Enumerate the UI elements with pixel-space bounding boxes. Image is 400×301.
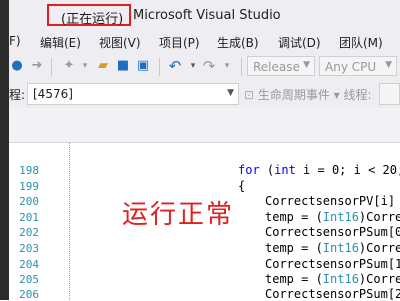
toolbar-separator — [241, 58, 242, 76]
chevron-down-icon: ▼ — [303, 60, 310, 70]
undo-icon[interactable]: ↶ — [167, 58, 183, 74]
back-icon[interactable]: ● — [9, 58, 25, 74]
line-number-gutter: 198 199 200 201 202 203 204 205 206 — [9, 143, 69, 301]
menu-file[interactable]: F) — [9, 34, 21, 48]
line-number: 200 — [19, 195, 39, 208]
platform-value: Any CPU — [325, 60, 377, 74]
solution-config-dropdown[interactable]: Release ▼ — [247, 56, 315, 76]
toolbar-separator — [51, 58, 52, 76]
chevron-down-icon: ▼ — [227, 88, 234, 98]
open-folder-icon[interactable]: ▰ — [95, 58, 111, 74]
new-dropdown-icon[interactable]: ▾ — [77, 58, 93, 74]
menu-edit[interactable]: 编辑(E) — [40, 34, 81, 51]
code-line: temp = (Int16)Corre — [265, 241, 400, 255]
title-bar: (正在运行) Microsoft Visual Studio — [9, 0, 400, 30]
redo-icon[interactable]: ↷ — [201, 58, 217, 74]
line-number: 203 — [19, 242, 39, 255]
left-dark-strip — [0, 0, 9, 300]
toolbar: ● ➜ ✦ ▾ ▰ ■ ▣ ↶ ▾ ↷ ▾ Release ▼ Any CPU … — [9, 54, 400, 80]
line-number: 198 — [19, 164, 39, 177]
menu-team[interactable]: 团队(M) — [339, 34, 383, 51]
outline-guide — [69, 143, 71, 300]
thread-dropdown[interactable] — [379, 83, 400, 105]
forward-icon[interactable]: ➜ — [29, 58, 45, 74]
app-title: Microsoft Visual Studio — [133, 8, 281, 23]
menu-debug[interactable]: 调试(D) — [278, 34, 321, 51]
code-line: CorrectsensorPV[i] = — [265, 194, 400, 208]
annotation-running-normally: 运行正常 — [122, 200, 235, 230]
chevron-down-icon: ▼ — [385, 60, 392, 70]
process-value: [4576] — [33, 87, 73, 101]
lifecycle-events[interactable]: ⊡ 生命周期事件 ▾ 线程: — [244, 86, 372, 103]
code-line: { — [238, 179, 246, 193]
line-number: 201 — [19, 211, 39, 224]
menu-project[interactable]: 项目(P) — [159, 34, 200, 51]
line-number: 206 — [19, 288, 39, 301]
line-number: 204 — [19, 258, 39, 271]
running-status: (正在运行) — [61, 12, 124, 27]
save-icon[interactable]: ■ — [115, 58, 131, 74]
code-line: CorrectsensorPSum[1 — [265, 257, 400, 271]
code-line: temp = (Int16)Corre — [265, 210, 400, 224]
toolbar-separator — [159, 58, 160, 76]
editor-tab-strip — [9, 108, 400, 143]
menu-build[interactable]: 生成(B) — [217, 34, 259, 51]
new-project-icon[interactable]: ✦ — [61, 58, 77, 74]
lifecycle-icon: ⊡ — [244, 88, 258, 102]
solution-config-value: Release — [253, 60, 300, 74]
undo-dropdown-icon[interactable]: ▾ — [185, 58, 201, 74]
lifecycle-label: 生命周期事件 ▾ 线程: — [257, 88, 372, 102]
code-line: CorrectsensorPSum[2 — [265, 287, 400, 301]
platform-dropdown[interactable]: Any CPU ▼ — [319, 56, 397, 76]
line-number: 202 — [19, 226, 39, 239]
redo-dropdown-icon[interactable]: ▾ — [219, 58, 235, 74]
menu-view[interactable]: 视图(V) — [99, 34, 141, 51]
line-number: 199 — [19, 180, 39, 193]
code-line: for (int i = 0; i < 20; — [238, 163, 400, 177]
menu-bar: F) 编辑(E) 视图(V) 项目(P) 生成(B) 调试(D) 团队(M) — [9, 30, 400, 54]
debug-location-bar: 程: [4576] ▼ ⊡ 生命周期事件 ▾ 线程: — [9, 80, 400, 108]
process-label: 程: — [9, 88, 26, 102]
code-line: CorrectsensorPSum[0 — [265, 225, 400, 239]
line-number: 205 — [19, 273, 39, 286]
save-all-icon[interactable]: ▣ — [135, 58, 151, 74]
process-dropdown[interactable]: [4576] ▼ — [27, 83, 239, 105]
code-line: temp = (Int16)Corre — [265, 272, 400, 286]
